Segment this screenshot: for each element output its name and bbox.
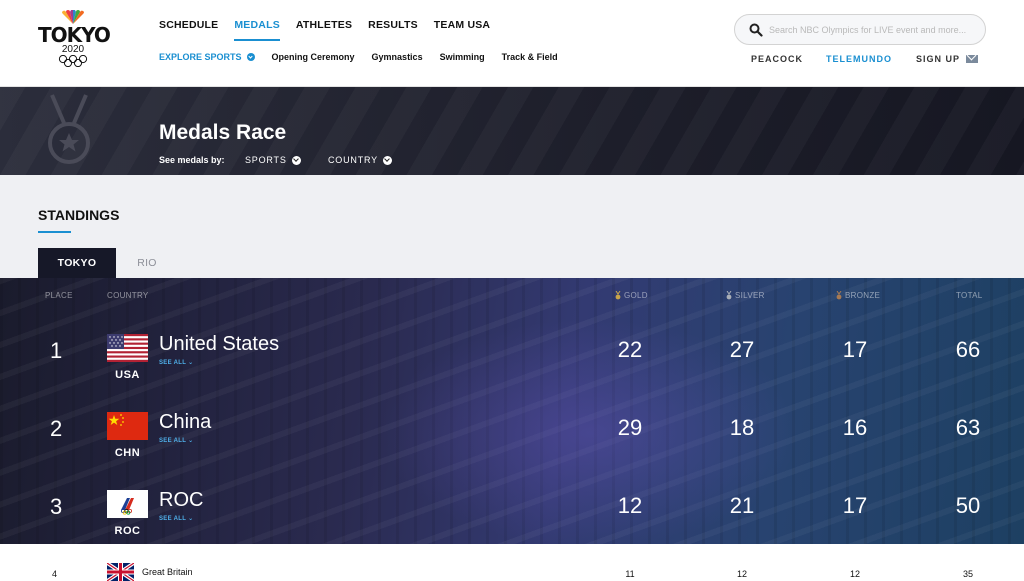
subnav-track-field[interactable]: Track & Field: [502, 52, 558, 62]
chevron-down-icon: [382, 155, 392, 165]
silver-count: 27: [729, 337, 755, 362]
main-nav: SCHEDULE MEDALS ATHLETES RESULTS TEAM US…: [159, 19, 490, 41]
country-name[interactable]: China: [159, 411, 211, 434]
column-header-bronze[interactable]: BRONZE: [836, 291, 880, 300]
tokyo-2020-logo[interactable]: TOKYO 2020: [38, 10, 111, 70]
logo-year: 2020: [61, 44, 85, 55]
see-all-link[interactable]: SEE ALL ⌄: [159, 437, 193, 444]
column-header-silver-label: SILVER: [735, 291, 765, 300]
envelope-icon: [966, 55, 979, 63]
silver-medal-icon: [726, 291, 732, 300]
standings-section: STANDINGS TOKYO RIO: [0, 175, 1024, 278]
chevron-down-icon: [291, 155, 301, 165]
gold-count: 22: [617, 337, 643, 362]
bronze-medal-icon: [836, 291, 842, 300]
total-count: 50: [955, 493, 981, 518]
heading-underline: [38, 231, 71, 233]
gold-medal-icon: [615, 291, 621, 300]
peacock-link[interactable]: PEACOCK: [751, 54, 803, 64]
roc-flag-icon: [107, 490, 148, 518]
search-box: [734, 14, 986, 45]
sign-up-label: SIGN UP: [916, 54, 961, 64]
country-name[interactable]: Great Britain: [142, 567, 193, 577]
gold-count: 11: [625, 569, 635, 579]
search-input[interactable]: [769, 21, 979, 39]
filter-sports-dropdown[interactable]: SPORTS: [245, 155, 301, 165]
olympic-rings-icon: [58, 55, 88, 67]
explore-sports-dropdown[interactable]: EXPLORE SPORTS: [159, 52, 255, 62]
column-header-bronze-label: BRONZE: [845, 291, 881, 300]
tab-rio[interactable]: RIO: [116, 248, 178, 278]
row-place: 2: [50, 416, 63, 441]
subnav-swimming[interactable]: Swimming: [440, 52, 485, 62]
bronze-count: 17: [842, 337, 868, 362]
see-all-link[interactable]: SEE ALL ⌄: [159, 359, 193, 366]
table-row[interactable]: 2 CHN China SEE ALL ⌄ 29 18 16 63: [0, 395, 1024, 473]
great-britain-flag-icon: [107, 563, 134, 581]
total-count: 35: [962, 569, 973, 579]
standings-heading: STANDINGS: [38, 207, 120, 223]
total-count: 63: [955, 415, 981, 440]
nav-medals[interactable]: MEDALS: [234, 19, 280, 41]
filter-sports-label: SPORTS: [245, 155, 287, 165]
site-header: TOKYO 2020 SCHEDULE MEDALS ATHLETES RESU…: [0, 0, 1024, 87]
table-row[interactable]: 3 ROC ROC SEE ALL ⌄ 12 21 17 50: [0, 473, 1024, 544]
bronze-count: 16: [842, 415, 868, 440]
column-header-silver[interactable]: SILVER: [726, 291, 765, 300]
column-header-gold[interactable]: GOLD: [615, 291, 648, 300]
column-header-place: PLACE: [45, 291, 73, 300]
country-code: ROC: [114, 525, 141, 537]
country-name[interactable]: United States: [159, 333, 279, 356]
nbc-peacock-icon: [62, 10, 84, 24]
filter-country-label: COUNTRY: [328, 155, 378, 165]
bronze-count: 12: [849, 569, 860, 579]
column-header-country: COUNTRY: [107, 291, 149, 300]
tab-tokyo[interactable]: TOKYO: [38, 248, 116, 278]
bronze-count: 17: [842, 493, 868, 518]
telemundo-link[interactable]: TELEMUNDO: [826, 54, 892, 64]
gold-count: 12: [617, 493, 643, 518]
gold-count: 29: [617, 415, 643, 440]
filter-country-dropdown[interactable]: COUNTRY: [328, 155, 392, 165]
chevron-down-icon: [246, 53, 255, 61]
sign-up-link[interactable]: SIGN UP: [916, 54, 979, 64]
silver-count: 12: [736, 569, 747, 579]
explore-sports-label: EXPLORE SPORTS: [159, 52, 242, 62]
row-place: 3: [50, 494, 63, 519]
subnav-gymnastics[interactable]: Gymnastics: [372, 52, 423, 62]
row-place: 4: [52, 569, 58, 579]
country-code: USA: [115, 369, 140, 381]
total-count: 66: [955, 337, 981, 362]
column-header-total: TOTAL: [956, 291, 983, 300]
country-code: CHN: [114, 447, 141, 459]
standings-table: PLACE COUNTRY GOLD SILVER BRONZE TOTAL 1: [0, 278, 1024, 544]
banner-texture: [0, 87, 1024, 175]
country-name[interactable]: ROC: [159, 489, 203, 512]
usa-flag-icon: [107, 334, 148, 362]
china-flag-icon: [107, 412, 148, 440]
see-all-link[interactable]: SEE ALL ⌄: [159, 515, 193, 522]
medal-icon: [48, 94, 90, 164]
nav-team-usa[interactable]: TEAM USA: [434, 19, 490, 41]
table-row[interactable]: 1 USA United States SEE ALL ⌄ 22 27 17 6…: [0, 317, 1024, 395]
search-icon[interactable]: [749, 23, 763, 37]
subnav-opening-ceremony[interactable]: Opening Ceremony: [272, 52, 355, 62]
page-title: Medals Race: [159, 121, 287, 144]
sub-nav: EXPLORE SPORTS Opening Ceremony Gymnasti…: [159, 52, 558, 62]
nav-results[interactable]: RESULTS: [368, 19, 418, 41]
nav-schedule[interactable]: SCHEDULE: [159, 19, 218, 41]
nav-athletes[interactable]: ATHLETES: [296, 19, 352, 41]
medals-race-banner: Medals Race See medals by: SPORTS COUNTR…: [0, 87, 1024, 175]
see-medals-by-label: See medals by:: [159, 155, 225, 165]
row-place: 1: [50, 338, 63, 363]
table-row[interactable]: 4 Great Britain 11 12 12 35: [0, 544, 1024, 581]
silver-count: 21: [729, 493, 755, 518]
column-header-gold-label: GOLD: [624, 291, 648, 300]
silver-count: 18: [729, 415, 755, 440]
